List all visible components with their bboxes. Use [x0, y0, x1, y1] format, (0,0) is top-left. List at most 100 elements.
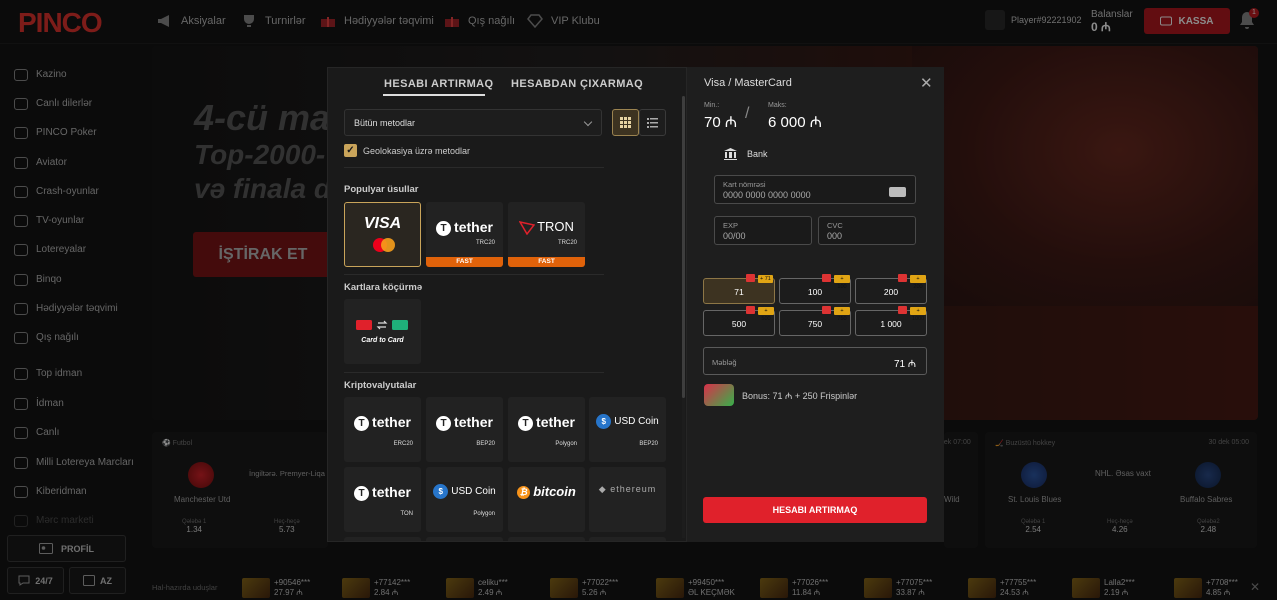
amount-preset[interactable]: 200 + 200	[855, 274, 927, 304]
usdc-icon: $	[433, 484, 449, 499]
usdc-icon: $	[596, 414, 612, 429]
field-label: CVC	[827, 221, 843, 230]
expiry-field[interactable]: EXP 00/00	[714, 216, 812, 245]
bonus-badge: + 500	[758, 307, 774, 322]
field-placeholder: 0000 0000 0000 0000	[723, 190, 811, 200]
method-network: BEP20	[476, 441, 495, 447]
gift-icon	[822, 274, 831, 282]
tether-icon: T	[436, 220, 452, 236]
bonus-badge: + 100	[834, 275, 850, 290]
deposit-submit-button[interactable]: HESABI ARTIRMAQ	[703, 497, 927, 523]
method-name-text: USD Coin	[614, 416, 659, 428]
section-title-popular: Populyar üsullar	[344, 184, 419, 195]
gift-icon	[746, 306, 755, 314]
max-value: 6 000 ₼	[768, 114, 822, 131]
method-tether-ton[interactable]: Ttether TON	[344, 467, 421, 532]
grid-icon	[620, 117, 631, 128]
method-visa-mastercard[interactable]: VISA	[344, 202, 421, 267]
method-tether-bep20[interactable]: Ttether BEP20	[426, 397, 503, 462]
grid-view-button[interactable]	[612, 109, 639, 136]
section-title-cards: Kartlara köçürmə	[344, 282, 423, 293]
method-name: ₿ bitcoin	[508, 484, 585, 500]
bank-icon	[724, 148, 737, 160]
method-usdcoin-polygon[interactable]: $ USD Coin Polygon	[426, 467, 503, 532]
checkmark-icon: ✓	[344, 144, 357, 157]
method-name-text: TRON	[537, 219, 574, 234]
method-network: BEP20	[639, 441, 658, 447]
mastercard-icon	[373, 238, 395, 252]
field-label: Kart nömrəsi	[723, 180, 766, 189]
method-card-to-card[interactable]: Card to Card	[344, 299, 421, 364]
gift-box-icon	[704, 384, 734, 406]
gift-icon	[898, 274, 907, 282]
method-tron-trc20[interactable]: TRON TRC20 FAST	[508, 202, 585, 267]
bitcoin-icon: ₿	[517, 486, 531, 500]
scrollbar-thumb[interactable]	[682, 96, 685, 398]
method-network: TRC20	[475, 240, 495, 246]
field-label: Məbləğ	[712, 358, 737, 367]
bonus-badge: + 750	[834, 307, 850, 322]
fast-badge: FAST	[426, 257, 503, 267]
deposit-form-panel: Visa / MasterCard ✕ Min.: 70 ₼ / Maks: 6…	[687, 67, 944, 542]
method-tile-partial[interactable]	[344, 537, 421, 541]
tab-deposit[interactable]: HESABI ARTIRMAQ	[384, 78, 493, 90]
method-ethereum[interactable]: ◆ ethereum	[589, 467, 666, 532]
method-name: $ USD Coin	[589, 414, 666, 429]
method-tile-partial[interactable]	[426, 537, 503, 541]
gift-icon	[822, 306, 831, 314]
field-label: EXP	[723, 221, 739, 230]
bank-option[interactable]: Bank	[724, 148, 768, 160]
method-name-text: tether	[454, 414, 493, 430]
method-usdcoin-bep20[interactable]: $ USD Coin BEP20	[589, 397, 666, 462]
cvc-field[interactable]: CVC 000	[818, 216, 916, 245]
method-network: Polygon	[473, 511, 495, 517]
tab-withdraw[interactable]: HESABDAN ÇIXARMAQ	[511, 78, 643, 90]
method-name: Card to Card	[361, 337, 404, 344]
method-name: ◆ ethereum	[589, 484, 666, 495]
method-name-text: ethereum	[610, 484, 657, 494]
bonus-info: Bonus: 71 ₼ + 250 Frispinlər	[704, 384, 857, 406]
tether-icon: T	[518, 415, 534, 431]
tether-icon: T	[354, 415, 370, 431]
method-tether-polygon[interactable]: Ttether Polygon	[508, 397, 585, 462]
amount-value: 200	[883, 287, 899, 297]
method-tile-partial[interactable]	[508, 537, 585, 541]
method-tether-erc20[interactable]: Ttether ERC20	[344, 397, 421, 462]
bank-label: Bank	[747, 149, 768, 159]
amount-value: 500	[731, 319, 747, 329]
chevron-down-icon	[583, 117, 593, 127]
list-view-button[interactable]	[639, 109, 666, 136]
min-value: 70 ₼	[704, 114, 738, 131]
amount-input[interactable]: Məbləğ 71 ₼	[703, 347, 927, 375]
method-tile-partial[interactable]	[589, 537, 666, 541]
divider	[344, 274, 604, 275]
bonus-badge: + 71	[758, 275, 773, 283]
method-filter-select[interactable]: Bütün metodlar	[344, 109, 602, 136]
method-name-text: tether	[372, 414, 411, 430]
amount-preset[interactable]: 750 + 750	[779, 306, 851, 336]
method-name: $ USD Coin	[426, 484, 503, 499]
active-tab-indicator	[383, 94, 485, 96]
method-title: Visa / MasterCard	[704, 77, 792, 89]
divider-slash: /	[745, 105, 750, 122]
divider	[344, 167, 604, 168]
method-tether-trc20[interactable]: Ttether TRC20 FAST	[426, 202, 503, 267]
method-name: Ttether	[344, 484, 421, 501]
amount-preset[interactable]: 1 000 + 1000	[855, 306, 927, 336]
close-icon[interactable]: ✕	[920, 74, 933, 92]
max-label: Maks:	[768, 102, 787, 109]
select-value: Bütün metodlar	[354, 117, 416, 128]
amount-preset[interactable]: 100 + 100	[779, 274, 851, 304]
amount-preset[interactable]: 71 + 71	[703, 274, 775, 304]
bonus-text: Bonus: 71 ₼ + 250 Frispinlər	[742, 390, 858, 401]
method-bitcoin[interactable]: ₿ bitcoin	[508, 467, 585, 532]
geolocation-checkbox[interactable]: ✓ Geolokasiya üzrə metodlar	[344, 144, 470, 157]
amount-value: 100	[807, 287, 823, 297]
method-name: Ttether	[426, 219, 503, 236]
card-number-field[interactable]: Kart nömrəsi 0000 0000 0000 0000	[714, 175, 916, 204]
method-network: TRC20	[557, 240, 577, 246]
amount-value: 71	[734, 287, 744, 297]
checkbox-label: Geolokasiya üzrə metodlar	[363, 145, 471, 156]
amount-preset[interactable]: 500 + 500	[703, 306, 775, 336]
ethereum-icon: ◆	[598, 484, 611, 494]
